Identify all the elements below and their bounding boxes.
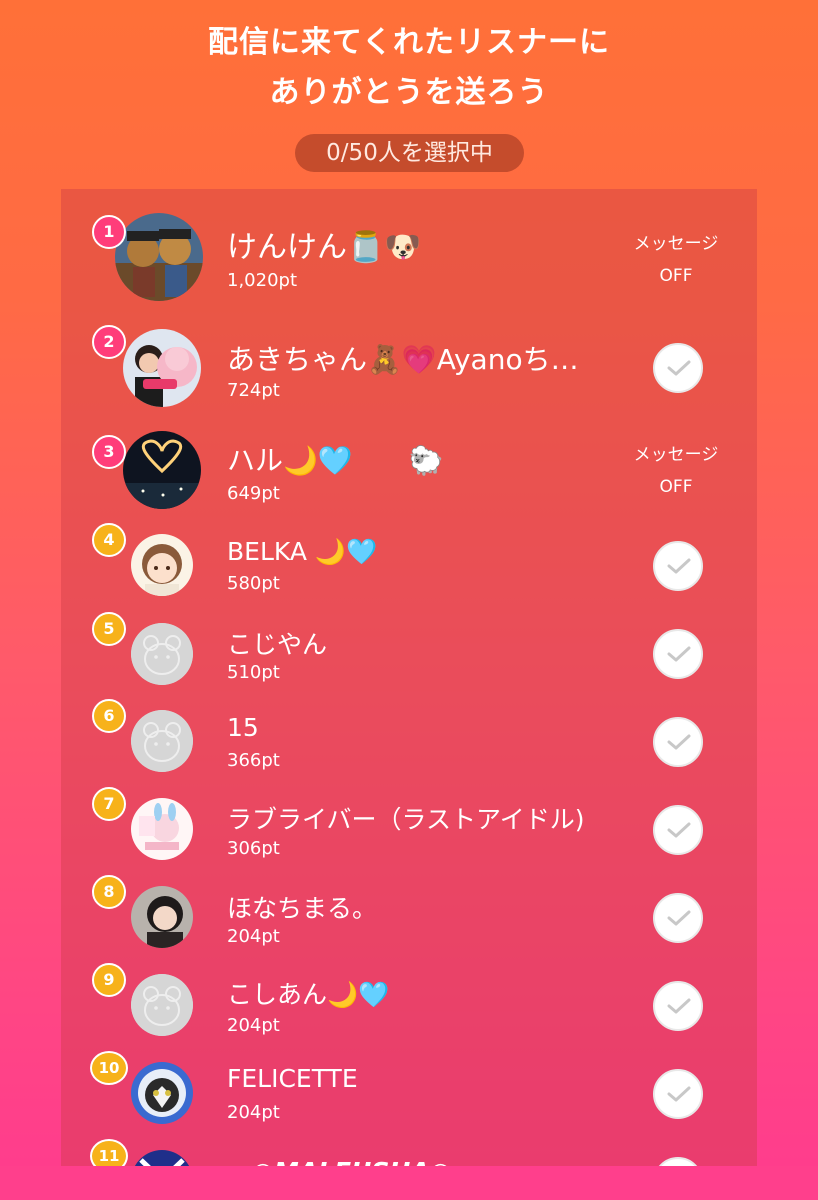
select-checkbox[interactable] [653, 893, 703, 943]
listener-row[interactable]: 4 BELKA 🌙🩵 580pt [61, 523, 757, 611]
select-checkbox[interactable] [653, 805, 703, 855]
rank-badge: 1 [92, 215, 126, 249]
avatar [131, 534, 193, 596]
message-off-label: メッセージ OFF [633, 234, 719, 286]
rank-badge: 2 [92, 325, 126, 359]
listener-points: 580pt [227, 573, 280, 594]
select-checkbox[interactable] [653, 541, 703, 591]
rank-badge: 10 [90, 1051, 128, 1085]
listener-row[interactable]: 9 こしあん🌙🩵 204pt [61, 963, 757, 1051]
listener-name: けんけん🫙🐶 [227, 230, 422, 265]
avatar [123, 329, 201, 407]
listener-points: 204pt [227, 1102, 280, 1123]
rank-badge: 3 [92, 435, 126, 469]
avatar [131, 974, 193, 1036]
listener-row[interactable]: 11 ～○MALFUSHA○～ [61, 1139, 757, 1166]
listener-row[interactable]: 10 FELICETTE 204pt [61, 1051, 757, 1139]
listener-points: 306pt [227, 838, 280, 859]
select-checkbox[interactable] [653, 343, 703, 393]
listener-name: あきちゃん🧸💗Ayanoち… [227, 343, 579, 376]
listener-points: 204pt [227, 1015, 280, 1036]
title-line-2: ありがとうを送ろう [269, 75, 549, 110]
listener-name: BELKA 🌙🩵 [227, 537, 378, 566]
rank-badge: 9 [92, 963, 126, 997]
select-checkbox[interactable] [653, 981, 703, 1031]
select-checkbox[interactable] [653, 1157, 703, 1166]
avatar [115, 213, 203, 301]
listener-points: 204pt [227, 926, 280, 947]
listener-points: 724pt [227, 380, 280, 401]
avatar [123, 431, 201, 509]
select-checkbox[interactable] [653, 717, 703, 767]
listener-name: 15 [227, 713, 259, 742]
rank-badge: 6 [92, 699, 126, 733]
avatar [131, 710, 193, 772]
listener-points: 649pt [227, 483, 280, 504]
bottom-background [0, 1166, 818, 1200]
listener-list: 1 けんけん🫙🐶 1,020pt メッセージ OFF 2 あきちゃん🧸💗Ayan… [61, 189, 757, 1166]
rank-badge: 5 [92, 612, 126, 646]
avatar [131, 1062, 193, 1124]
listener-name: FELICETTE [227, 1064, 358, 1093]
listener-name: こじやん [227, 630, 328, 659]
listener-points: 366pt [227, 750, 280, 771]
listener-row[interactable]: 3 ハル🌙🩵 🐑 649pt メッセージ OFF [61, 429, 757, 517]
listener-name: ハル🌙🩵 🐑 [227, 444, 444, 477]
avatar [131, 798, 193, 860]
rank-badge: 7 [92, 787, 126, 821]
listener-row[interactable]: 8 ほなちまる。 204pt [61, 875, 757, 963]
selection-count-badge: 0/50人を選択中 [295, 134, 524, 172]
avatar [131, 1150, 193, 1166]
listener-points: 510pt [227, 662, 280, 683]
avatar [131, 623, 193, 685]
select-checkbox[interactable] [653, 1069, 703, 1119]
listener-name: ほなちまる。 [227, 894, 378, 923]
message-off-label: メッセージ OFF [633, 445, 719, 497]
rank-badge: 11 [90, 1139, 128, 1166]
rank-badge: 8 [92, 875, 126, 909]
page-title: 配信に来てくれたリスナーに ありがとうを送ろう [0, 18, 818, 118]
listener-row[interactable]: 5 こじやん 510pt [61, 612, 757, 700]
listener-row[interactable]: 1 けんけん🫙🐶 1,020pt メッセージ OFF [61, 206, 757, 301]
listener-name: ～○MALFUSHA○～ [227, 1152, 476, 1166]
listener-row[interactable]: 7 ラブライバー（ラストアイドル) 306pt [61, 787, 757, 875]
listener-name: ラブライバー（ラストアイドル) [227, 805, 585, 834]
title-line-1: 配信に来てくれたリスナーに [207, 25, 611, 60]
avatar [131, 886, 193, 948]
listener-row[interactable]: 2 あきちゃん🧸💗Ayanoち… 724pt [61, 319, 757, 407]
select-checkbox[interactable] [653, 629, 703, 679]
listener-name: こしあん🌙🩵 [227, 980, 390, 1009]
listener-points: 1,020pt [227, 270, 298, 291]
rank-badge: 4 [92, 523, 126, 557]
listener-row[interactable]: 6 15 366pt [61, 699, 757, 787]
